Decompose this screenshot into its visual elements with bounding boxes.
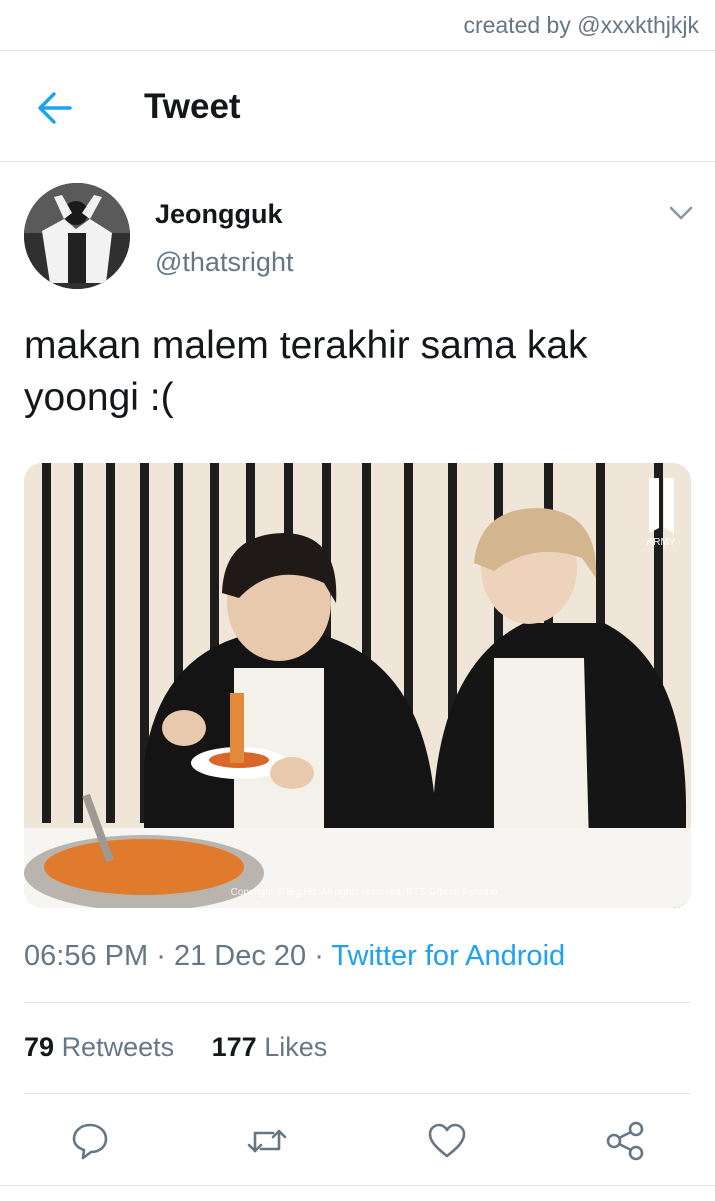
author-handle[interactable]: @thatsright xyxy=(155,247,293,278)
retweet-button[interactable] xyxy=(245,1119,289,1163)
tweet-photo[interactable]: ARMY Copyright © Big Hit. All rights res… xyxy=(24,463,691,908)
photo-copyright: Copyright © Big Hit. All rights reserved… xyxy=(231,887,498,898)
tweet-header: Tweet xyxy=(0,51,715,162)
tweet-meta: 06:56 PM · 21 Dec 20 · Twitter for Andro… xyxy=(24,940,565,973)
reply-button[interactable] xyxy=(68,1119,112,1163)
tweet-author: Jeongguk @thatsright xyxy=(24,183,694,293)
meta-separator: · xyxy=(314,940,324,972)
tweet-menu-button[interactable] xyxy=(668,203,694,223)
author-name[interactable]: Jeongguk xyxy=(155,199,283,230)
credit-bar: created by @xxxkthjkjk xyxy=(0,0,715,51)
likes-stat[interactable]: 177 Likes xyxy=(212,1032,328,1062)
like-icon xyxy=(428,1123,466,1158)
share-icon xyxy=(606,1121,644,1161)
share-button[interactable] xyxy=(604,1119,648,1163)
retweet-icon xyxy=(247,1129,287,1153)
tweet-date: 21 Dec 20 xyxy=(173,940,307,972)
credit-text: created by @xxxkthjkjk xyxy=(463,12,699,38)
retweets-stat[interactable]: 79 Retweets xyxy=(24,1032,174,1062)
tweet-actions xyxy=(0,1115,715,1165)
tweet-time: 06:56 PM xyxy=(24,940,149,972)
likes-label: Likes xyxy=(264,1032,328,1062)
arrow-left-icon xyxy=(38,92,72,124)
divider xyxy=(24,1093,691,1094)
bottom-divider xyxy=(0,1185,715,1201)
retweets-label: Retweets xyxy=(61,1032,175,1062)
page-title: Tweet xyxy=(144,87,241,126)
likes-count: 177 xyxy=(211,1032,257,1062)
photo-watermark: ARMY xyxy=(647,537,676,548)
retweets-count: 79 xyxy=(24,1032,55,1062)
tweet-source-link[interactable]: Twitter for Android xyxy=(331,940,565,972)
divider xyxy=(24,1002,691,1003)
reply-icon xyxy=(72,1123,108,1160)
tweet-stats: 79 Retweets 177 Likes xyxy=(24,1032,327,1063)
avatar[interactable] xyxy=(24,183,130,289)
chevron-down-icon xyxy=(669,206,693,220)
meta-separator: · xyxy=(156,940,166,972)
back-button[interactable] xyxy=(32,85,78,131)
like-button[interactable] xyxy=(425,1119,469,1163)
tweet-text: makan malem terakhir sama kak yoongi :( xyxy=(24,324,588,419)
